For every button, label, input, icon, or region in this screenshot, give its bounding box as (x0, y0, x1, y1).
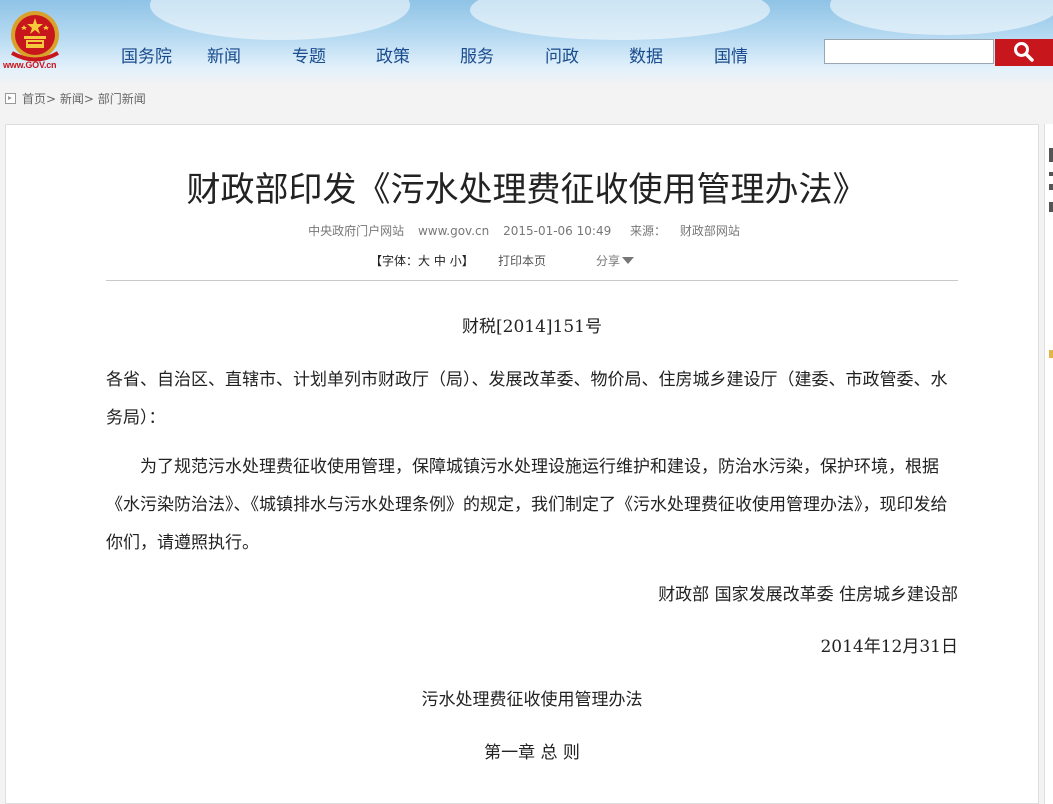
side-panel-glyph (1049, 350, 1053, 358)
addressees: 各省、自治区、直辖市、计划单列市财政厅（局）、发展改革委、物价局、住房城乡建设厅… (106, 370, 948, 428)
nav-item-national-info[interactable]: 国情 (714, 42, 748, 67)
article-title: 财政部印发《污水处理费征收使用管理办法》 (186, 170, 867, 210)
breadcrumb-dept-news[interactable]: 部门新闻 (98, 92, 146, 106)
body-paragraph: 为了规范污水处理费征收使用管理，保障城镇污水处理设施运行维护和建设，防治水污染，… (106, 457, 948, 553)
nav-item-state-council[interactable]: 国务院 (121, 42, 172, 67)
header-cloud (830, 0, 1053, 35)
print-link[interactable]: 打印本页 (498, 252, 546, 269)
meta-source: 财政部网站 (679, 224, 740, 238)
nav-item-news[interactable]: 新闻 (207, 42, 241, 67)
dropdown-arrow-icon (622, 257, 635, 264)
national-emblem-icon (11, 11, 59, 62)
meta-source-site: 中央政府门户网站 (308, 224, 405, 238)
breadcrumb-arrow-icon (5, 93, 16, 104)
article-tools: 【字体：大 中 小】 打印本页 分享 (0, 252, 1053, 270)
meta-source-label: 来源： (630, 224, 667, 238)
breadcrumb-home[interactable]: 首页 (22, 92, 46, 106)
search-icon (1014, 42, 1034, 62)
side-panel-glyph (1049, 148, 1053, 162)
font-size-control: 【字体：大 中 小】 (370, 252, 474, 269)
share-label: 分享 (596, 254, 621, 268)
meta-datetime: 2015-01-06 10:49 (503, 224, 612, 238)
document-title: 污水处理费征收使用管理办法 (421, 690, 643, 710)
share-button[interactable]: 分享 (596, 252, 635, 269)
title-divider (106, 280, 958, 281)
signatories: 财政部 国家发展改革委 住房城乡建设部 (658, 585, 958, 605)
font-size-label-end: 】 (461, 254, 474, 268)
nav-item-data[interactable]: 数据 (629, 42, 663, 67)
breadcrumb-news[interactable]: 新闻 (60, 92, 84, 106)
issue-date: 2014年12月31日 (820, 637, 958, 657)
header-cloud (150, 0, 410, 40)
nav-item-policy[interactable]: 政策 (376, 42, 410, 67)
chapter-heading: 第一章 总 则 (484, 743, 580, 763)
nav-item-services[interactable]: 服务 (460, 42, 494, 67)
font-size-label: 【字体： (370, 254, 419, 268)
nav-item-inquiry[interactable]: 问政 (545, 42, 579, 67)
font-size-small[interactable]: 小 (450, 254, 462, 268)
article-meta: 中央政府门户网站 www.gov.cn 2015-01-06 10:49 来源：… (0, 222, 1053, 239)
site-header: www.GOV.cn 国务院 新闻 专题 政策 服务 问政 数据 国情 (0, 0, 1053, 86)
search-input[interactable] (824, 39, 994, 64)
search-button[interactable] (995, 39, 1053, 66)
font-size-large[interactable]: 大 (418, 254, 430, 268)
nav-item-topics[interactable]: 专题 (292, 42, 326, 67)
meta-url: www.gov.cn (417, 224, 490, 238)
doc-number: 财税[2014]151号 (462, 317, 602, 337)
header-cloud (470, 0, 770, 40)
breadcrumb: 首页> 新闻> 部门新闻 (5, 90, 146, 106)
logo-text: www.GOV.cn (3, 60, 57, 70)
font-size-medium[interactable]: 中 (434, 254, 446, 268)
